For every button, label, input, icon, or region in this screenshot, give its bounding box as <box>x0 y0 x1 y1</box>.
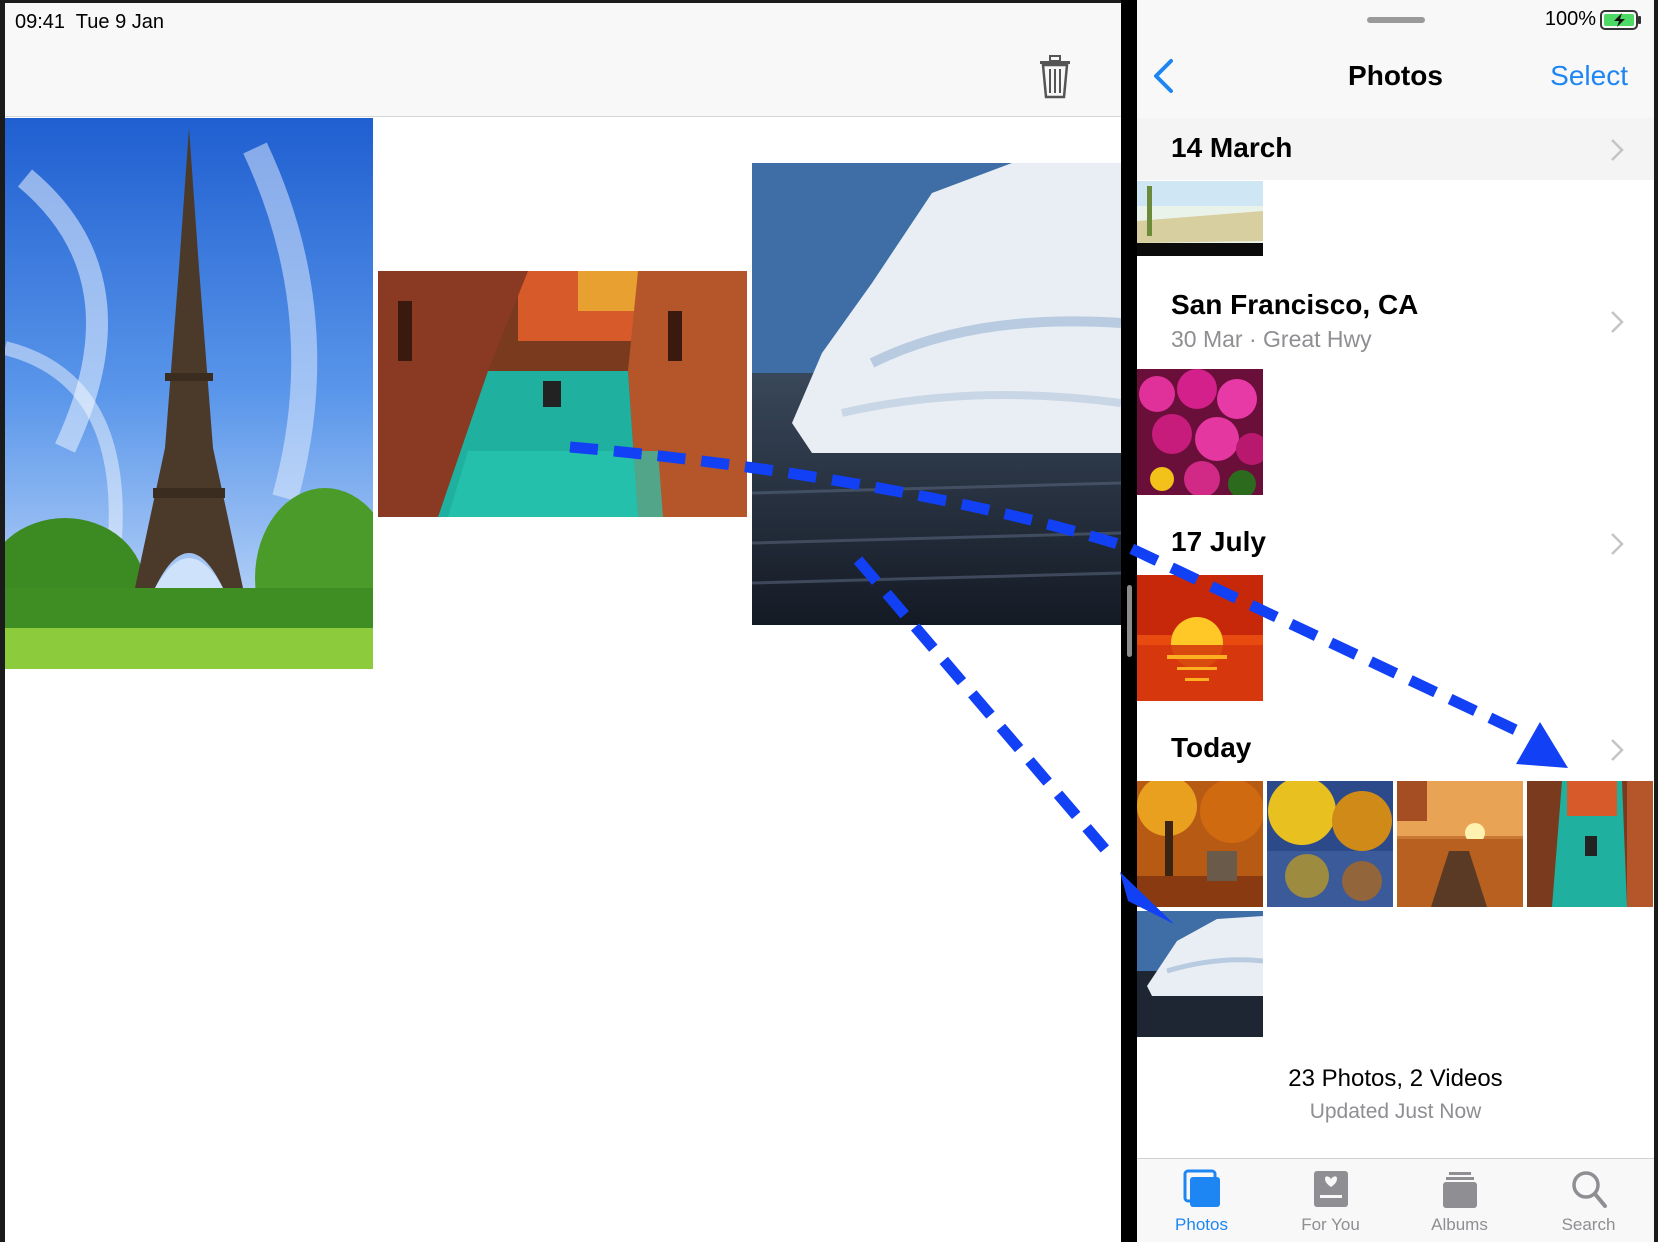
for-you-icon <box>1314 1171 1348 1207</box>
section-title: Today <box>1171 732 1252 763</box>
tab-bar: Photos For You Albums Search <box>1137 1158 1654 1242</box>
tab-label: Albums <box>1431 1215 1488 1234</box>
section-header-san-francisco[interactable]: San Francisco, CA 30 Mar · Great Hwy <box>1137 283 1654 363</box>
photo-thumbnail[interactable] <box>1137 911 1263 1037</box>
battery-icon <box>1600 10 1641 30</box>
section-title: 14 March <box>1171 132 1293 163</box>
multitasking-grabber[interactable] <box>1367 17 1425 23</box>
library-count: 23 Photos, 2 Videos <box>1288 1065 1503 1092</box>
left-toolbar: 09:41 Tue 9 Jan <box>5 3 1121 117</box>
photos-app: 100% Photos Select 14 March San Francisc… <box>1137 0 1658 1242</box>
section-title: San Francisco, CA <box>1171 289 1419 320</box>
chevron-right-icon <box>1611 739 1624 761</box>
chevron-right-icon <box>1611 139 1624 161</box>
select-button[interactable]: Select <box>1550 60 1628 92</box>
section-subtitle: 30 Mar · Great Hwy <box>1171 326 1372 352</box>
split-view-divider <box>1121 0 1137 1242</box>
chevron-right-icon <box>1611 533 1624 555</box>
tab-albums[interactable]: Albums <box>1395 1159 1524 1242</box>
status-time: 09:41 Tue 9 Jan <box>15 11 165 33</box>
photo-canvas <box>5 118 1121 1242</box>
section-header-today[interactable]: Today <box>1137 718 1654 780</box>
photo-thumbnail[interactable] <box>1137 181 1263 256</box>
eiffel-tower-photo[interactable] <box>5 118 373 669</box>
split-view-screen: 09:41 Tue 9 Jan 100% Photos Select 14 Ma… <box>0 0 1658 1242</box>
photos-icon <box>1183 1169 1220 1207</box>
tab-label: Search <box>1561 1215 1616 1234</box>
photo-thumbnail[interactable] <box>1267 781 1393 907</box>
search-icon <box>1572 1171 1607 1208</box>
trash-icon[interactable] <box>1038 55 1072 99</box>
iceberg-photo[interactable] <box>752 163 1121 625</box>
albums-icon <box>1443 1172 1477 1208</box>
photo-thumbnail[interactable] <box>1397 781 1523 907</box>
tab-search[interactable]: Search <box>1524 1159 1653 1242</box>
section-header-14-march[interactable]: 14 March <box>1137 118 1654 180</box>
section-header-17-july[interactable]: 17 July <box>1137 512 1654 574</box>
battery-percentage: 100% <box>1544 8 1596 30</box>
split-view-handle[interactable] <box>1127 585 1132 657</box>
photos-nav-bar: 100% Photos Select <box>1137 0 1654 120</box>
library-updated-status: Updated Just Now <box>1309 1100 1482 1123</box>
left-app: 09:41 Tue 9 Jan <box>0 0 1121 1242</box>
photo-thumbnail[interactable] <box>1527 781 1653 907</box>
photo-thumbnail[interactable] <box>1137 575 1263 701</box>
tab-photos[interactable]: Photos <box>1137 1159 1266 1242</box>
tab-label: For You <box>1301 1215 1360 1234</box>
photo-thumbnail[interactable] <box>1137 781 1263 907</box>
tab-label: Photos <box>1175 1215 1228 1234</box>
venice-canal-photo[interactable] <box>378 271 747 517</box>
photo-thumbnail[interactable] <box>1137 369 1263 495</box>
section-title: 17 July <box>1171 526 1266 557</box>
tab-for-you[interactable]: For You <box>1266 1159 1395 1242</box>
chevron-right-icon <box>1611 311 1624 333</box>
